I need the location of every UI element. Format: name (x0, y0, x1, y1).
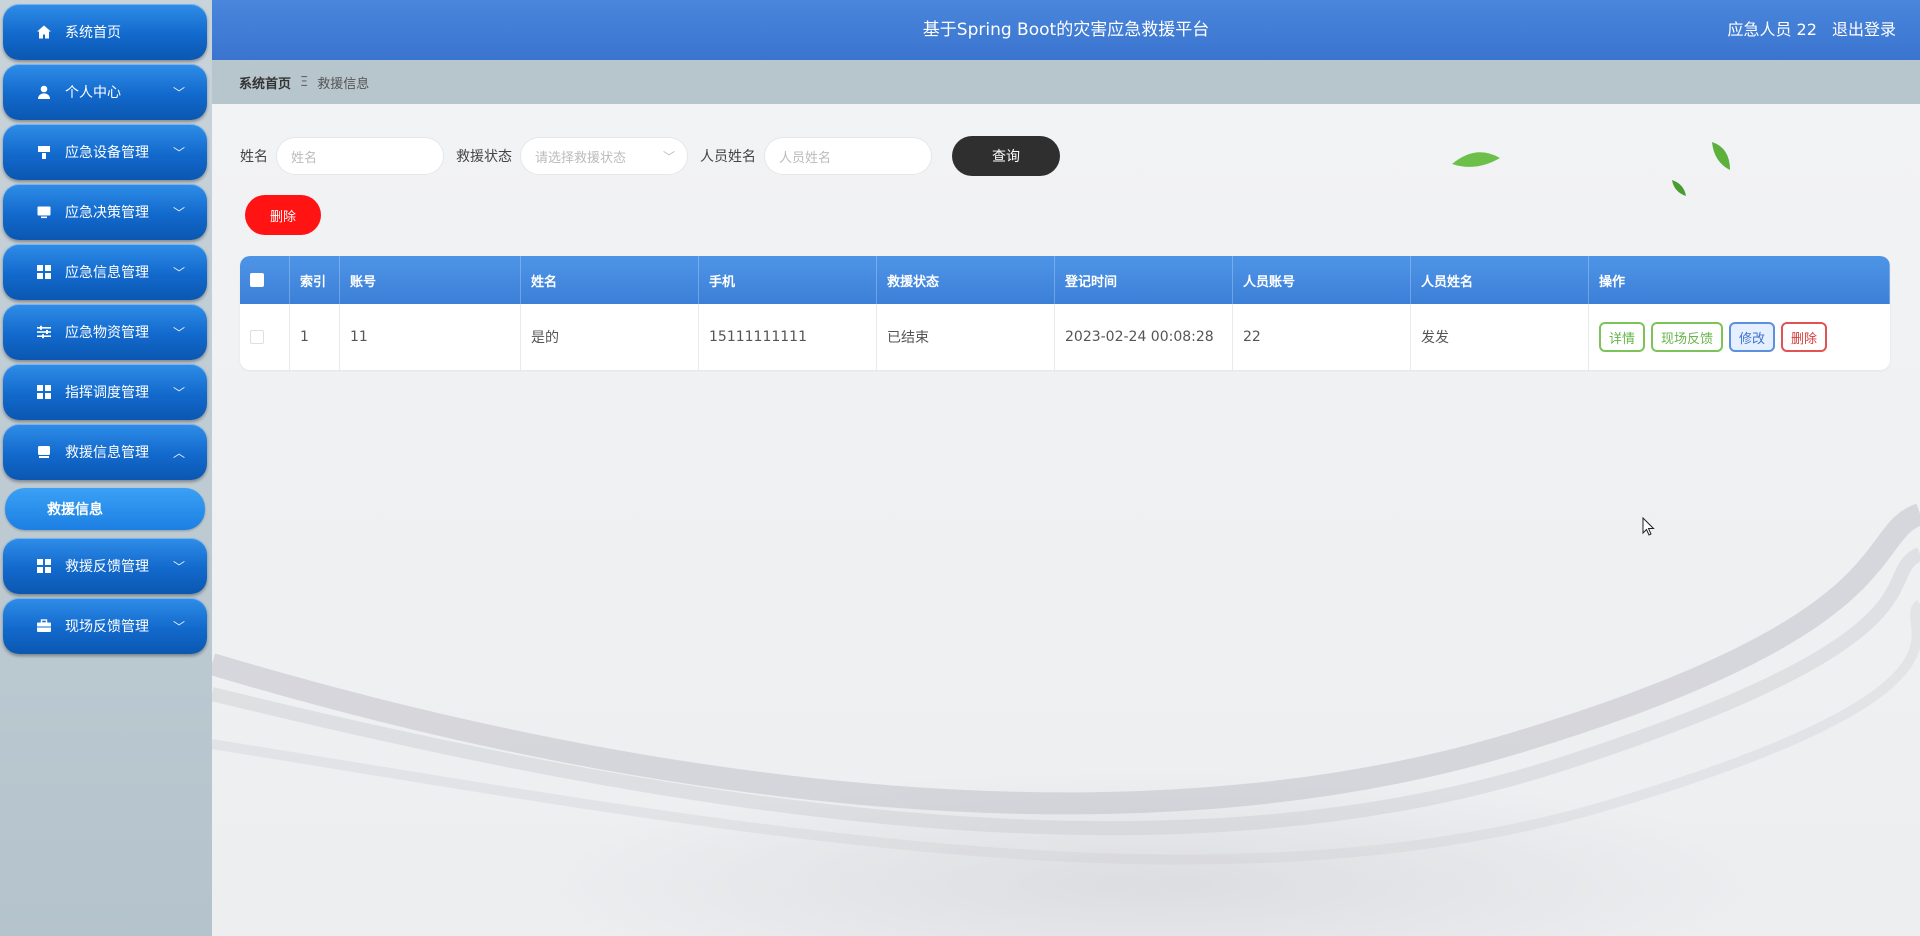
breadcrumb-home[interactable]: 系统首页 (239, 73, 291, 92)
sidebar-item-label: 应急决策管理 (65, 205, 149, 221)
sidebar-item-label: 应急物资管理 (65, 325, 149, 341)
sidebar-item-equipment[interactable]: 应急设备管理 ﹀ (3, 124, 207, 180)
column-header: 手机 (699, 256, 877, 304)
column-header: 姓名 (521, 256, 699, 304)
grid-icon (35, 557, 53, 575)
edit-button[interactable]: 修改 (1729, 322, 1776, 352)
column-header: 人员账号 (1233, 256, 1411, 304)
cell-name: 是的 (521, 304, 699, 370)
sidebar-item-label: 应急设备管理 (65, 145, 149, 161)
cell-phone: 15111111111 (699, 304, 877, 370)
sidebar-item-rescue-feedback[interactable]: 救援反馈管理 ﹀ (3, 538, 207, 594)
chevron-down-icon: ﹀ (172, 325, 185, 340)
cell-time: 2023-02-24 00:08:28 (1055, 304, 1233, 370)
sidebar-item-label: 救援信息管理 (65, 445, 149, 461)
main-content: 姓名 姓名 救援状态 请选择救援状态 ﹀ 人员姓名 人员姓名 查询 删除 索引 … (212, 104, 1920, 936)
sidebar-item-label: 个人中心 (65, 85, 121, 101)
monitor-icon (35, 203, 53, 221)
mouse-cursor-icon (1642, 517, 1655, 536)
chevron-down-icon: ﹀ (172, 265, 185, 280)
app-title: 基于Spring Boot的灾害应急救援平台 (922, 20, 1210, 40)
logout-link[interactable]: 退出登录 (1832, 20, 1896, 39)
sidebar-item-rescue-info[interactable]: 救援信息管理 ︿ (3, 424, 207, 480)
top-header: 基于Spring Boot的灾害应急救援平台 应急人员 22 退出登录 (212, 0, 1920, 60)
home-icon (35, 23, 53, 41)
table-header: 索引 账号 姓名 手机 救援状态 登记时间 人员账号 人员姓名 操作 (240, 256, 1890, 304)
sidebar: 系统首页 个人中心 ﹀ 应急设备管理 ﹀ 应急决策管理 ﹀ 应急信息管理 ﹀ 应… (0, 0, 213, 936)
select-all-checkbox[interactable] (250, 273, 264, 287)
column-header: 救援状态 (877, 256, 1055, 304)
select-all-cell (240, 256, 290, 304)
device-icon (35, 143, 53, 161)
leaf-icon (1452, 152, 1500, 167)
column-header: 人员姓名 (1411, 256, 1589, 304)
chevron-down-icon: ﹀ (662, 149, 675, 164)
name-input[interactable]: 姓名 (276, 137, 444, 175)
person-name-label: 人员姓名 (700, 149, 756, 165)
current-user: 应急人员 22 (1727, 20, 1817, 39)
grid-icon (35, 263, 53, 281)
chevron-down-icon: ﹀ (172, 205, 185, 220)
sidebar-subitem-rescue-info[interactable]: 救援信息 (5, 488, 205, 530)
cell-index: 1 (290, 304, 340, 370)
detail-button[interactable]: 详情 (1599, 322, 1646, 352)
sidebar-item-label: 应急信息管理 (65, 265, 149, 281)
sidebar-item-home[interactable]: 系统首页 (3, 4, 207, 60)
briefcase-icon (35, 617, 53, 635)
sidebar-item-label: 救援反馈管理 (65, 559, 149, 575)
search-bar: 姓名 姓名 救援状态 请选择救援状态 ﹀ 人员姓名 人员姓名 查询 (240, 136, 1060, 176)
person-name-input[interactable]: 人员姓名 (764, 137, 932, 175)
sliders-icon (35, 323, 53, 341)
status-label: 救援状态 (456, 149, 512, 165)
chevron-up-icon: ︿ (172, 445, 185, 460)
row-select-cell (240, 304, 290, 370)
site-feedback-button[interactable]: 现场反馈 (1651, 322, 1724, 352)
screen-icon (35, 443, 53, 461)
status-select[interactable]: 请选择救援状态 ﹀ (520, 137, 688, 175)
user-icon (35, 83, 53, 101)
leaf-icon (1712, 142, 1730, 170)
sidebar-item-label: 系统首页 (65, 25, 121, 41)
chevron-down-icon: ﹀ (172, 559, 185, 574)
query-button[interactable]: 查询 (952, 136, 1060, 176)
sidebar-item-personal-center[interactable]: 个人中心 ﹀ (3, 64, 207, 120)
table-row: 1 11 是的 15111111111 已结束 2023-02-24 00:08… (240, 304, 1890, 370)
cell-status: 已结束 (877, 304, 1055, 370)
sidebar-item-information[interactable]: 应急信息管理 ﹀ (3, 244, 207, 300)
sidebar-item-site-feedback[interactable]: 现场反馈管理 ﹀ (3, 598, 207, 654)
cell-actions: 详情 现场反馈 修改 删除 (1589, 304, 1890, 370)
batch-delete-button[interactable]: 删除 (245, 195, 321, 235)
row-delete-button[interactable]: 删除 (1781, 322, 1828, 352)
column-header: 索引 (290, 256, 340, 304)
sidebar-item-label: 现场反馈管理 (65, 619, 149, 635)
breadcrumb: 系统首页 Ξ 救援信息 (212, 60, 1920, 104)
chevron-down-icon: ﹀ (172, 85, 185, 100)
cell-staff-name: 发发 (1411, 304, 1589, 370)
cell-account: 11 (340, 304, 521, 370)
sidebar-item-label: 指挥调度管理 (65, 385, 149, 401)
user-area: 应急人员 22 退出登录 (1717, 0, 1896, 60)
sidebar-item-dispatch[interactable]: 指挥调度管理 ﹀ (3, 364, 207, 420)
row-checkbox[interactable] (250, 330, 264, 344)
name-label: 姓名 (240, 149, 268, 165)
column-header: 登记时间 (1055, 256, 1233, 304)
grid-icon (35, 383, 53, 401)
breadcrumb-separator: Ξ (300, 74, 309, 90)
background-decoration (212, 142, 1920, 865)
leaf-icon (1672, 180, 1686, 196)
chevron-down-icon: ﹀ (172, 619, 185, 634)
chevron-down-icon: ﹀ (172, 145, 185, 160)
status-select-placeholder: 请选择救援状态 (535, 150, 627, 166)
cell-staff-account: 22 (1233, 304, 1411, 370)
sidebar-item-decision[interactable]: 应急决策管理 ﹀ (3, 184, 207, 240)
chevron-down-icon: ﹀ (172, 385, 185, 400)
sidebar-item-materials[interactable]: 应急物资管理 ﹀ (3, 304, 207, 360)
column-header: 账号 (340, 256, 521, 304)
rescue-table: 索引 账号 姓名 手机 救援状态 登记时间 人员账号 人员姓名 操作 1 11 … (240, 256, 1890, 370)
breadcrumb-current: 救援信息 (317, 76, 370, 92)
column-header: 操作 (1589, 256, 1890, 304)
